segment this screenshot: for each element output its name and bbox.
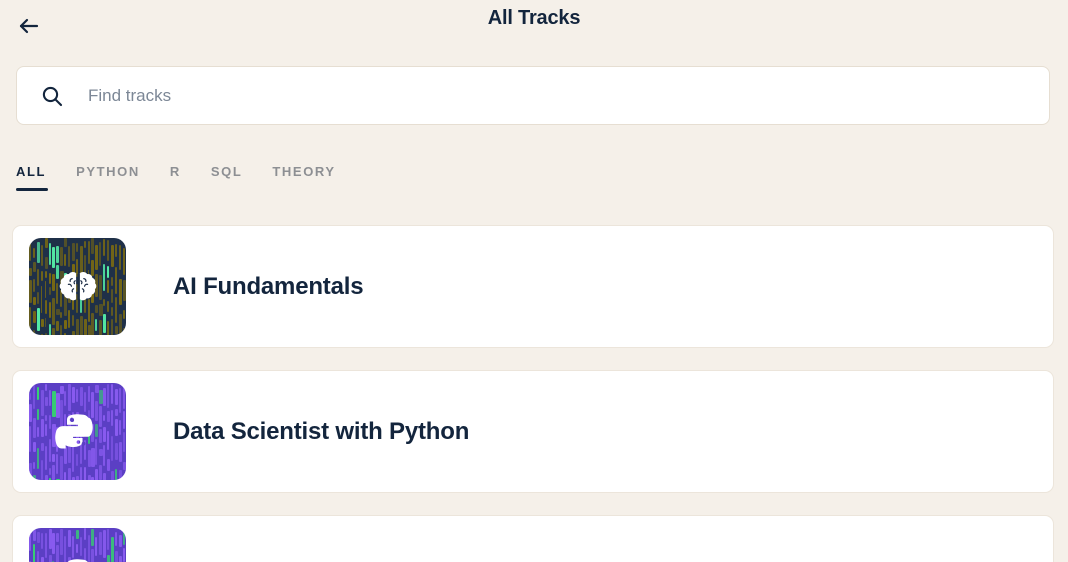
track-thumbnail [29, 238, 126, 335]
track-title: AI Fundamentals [173, 272, 364, 300]
track-thumbnail [29, 383, 126, 480]
track-card-data-scientist-with-python[interactable]: Data Scientist with Python [12, 370, 1054, 493]
track-card-partial[interactable] [12, 515, 1054, 562]
track-list: AI Fundamentals Data Scientist with Pyth… [12, 225, 1054, 562]
category-tabs: ALL PYTHON R SQL THEORY [16, 160, 336, 193]
tab-r[interactable]: R [170, 160, 181, 193]
tab-sql[interactable]: SQL [211, 160, 243, 193]
page-header: All Tracks [0, 0, 1068, 52]
search-input[interactable] [88, 75, 1049, 116]
search-icon [41, 85, 63, 107]
track-thumbnail [29, 528, 126, 562]
track-title: Data Scientist with Python [173, 417, 470, 445]
brain-icon [55, 264, 101, 310]
tab-theory[interactable]: THEORY [272, 160, 335, 193]
search-bar[interactable] [16, 66, 1050, 125]
tab-all[interactable]: ALL [16, 160, 49, 193]
python-icon [54, 409, 101, 455]
tab-python[interactable]: PYTHON [76, 160, 140, 193]
track-card-ai-fundamentals[interactable]: AI Fundamentals [12, 225, 1054, 348]
page-title: All Tracks [487, 7, 581, 29]
python-icon [55, 554, 101, 562]
